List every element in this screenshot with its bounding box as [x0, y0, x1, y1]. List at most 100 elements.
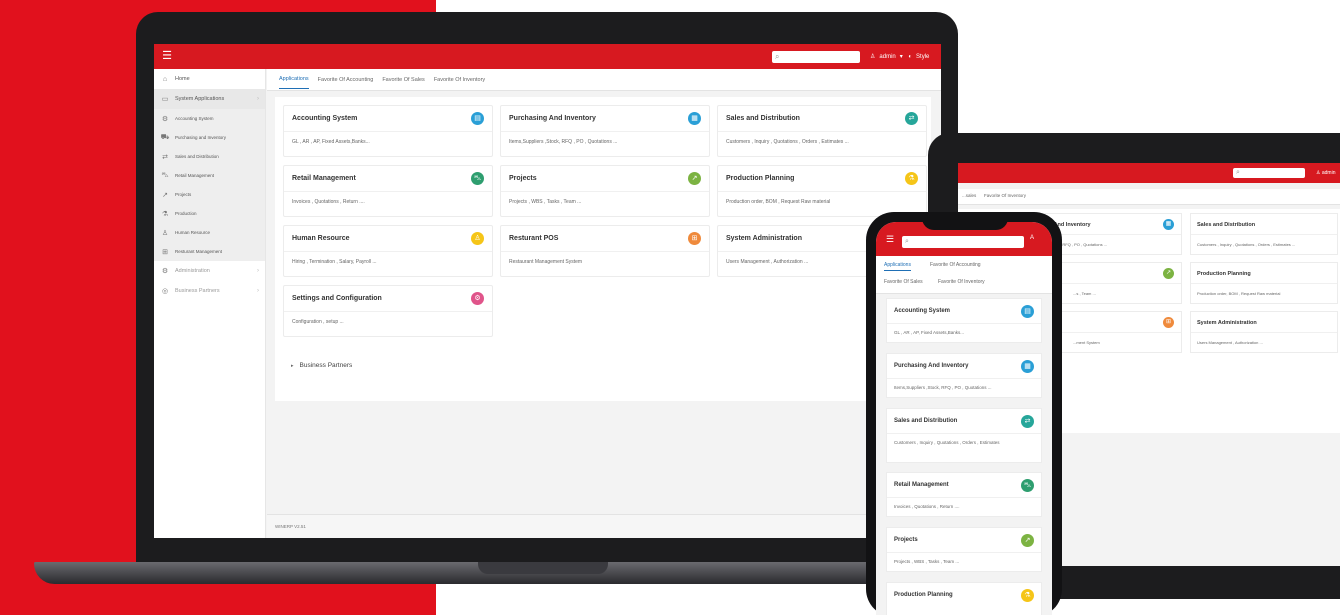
app-card-retail[interactable]: Retail Management ⛍ Invoices , Quotation… — [283, 165, 493, 217]
user-menu[interactable]: ♙ admin ▾ ◐ Style — [870, 51, 933, 63]
user-icon: ♙ — [870, 54, 876, 60]
accounting-icon: ▤ — [1021, 305, 1034, 318]
home-icon: ⌂ — [162, 75, 168, 83]
sidebar-item-system-applications[interactable]: ▭ System Applications › — [154, 89, 265, 109]
app-card-accounting[interactable]: Accounting System ▤ GL , AR , AP, Fixed … — [886, 298, 1042, 343]
retail-icon: ⛍ — [471, 172, 484, 185]
divider — [887, 497, 1041, 498]
card-description: Users Management , Authorization ... — [726, 259, 809, 265]
card-title: Accounting System — [894, 308, 951, 314]
top-bar: ☰ ⌕ ♙ admin ▾ ◐ Style — [154, 44, 941, 69]
app-card-projects[interactable]: Projects ↗ Projects , WBS , Tasks , Team… — [886, 527, 1042, 572]
sidebar-item-accounting[interactable]: ⚙ Accounting System — [154, 109, 265, 128]
tab-applications[interactable]: Applications — [884, 262, 911, 271]
hamburger-icon[interactable]: ☰ — [886, 234, 894, 245]
pos-icon: ⊞ — [688, 232, 701, 245]
phone-notch — [922, 214, 1008, 230]
card-title: Retail Management — [292, 175, 356, 182]
divider — [718, 131, 926, 132]
sidebar-item-home[interactable]: ⌂ Home — [154, 69, 265, 89]
app-card-system-administration[interactable]: System Administration Users Management ,… — [1190, 311, 1338, 353]
divider — [501, 251, 709, 252]
user-name[interactable]: admin — [879, 54, 895, 60]
app-card-sales[interactable]: Sales and Distribution Customers , Inqui… — [1190, 213, 1338, 255]
tab-bar: Applications Favorite Of Accounting Favo… — [876, 256, 1052, 294]
card-description: Users Management , Authorization ... — [1197, 340, 1263, 345]
app-card-production[interactable]: Production Planning ⚗ — [886, 582, 1042, 615]
tab-favorite-accounting[interactable]: Favorite Of Accounting — [930, 262, 981, 268]
sidebar-item-label: Home — [175, 76, 190, 82]
app-card-sales[interactable]: Sales and Distribution ⇄ Customers , Inq… — [886, 408, 1042, 463]
card-title: Projects — [894, 537, 918, 543]
app-card-production[interactable]: Production Planning Production order, BO… — [1190, 262, 1338, 304]
sidebar-item-administration[interactable]: ⚙ Administration › — [154, 261, 265, 281]
gear-icon: ⚙ — [161, 115, 169, 123]
sidebar-item-production[interactable]: ⚗ Production — [154, 204, 265, 223]
tab-favorite-inventory[interactable]: Favorite Of Inventory — [984, 193, 1026, 198]
card-description: Projects , WBS , Tasks , Team ... — [509, 199, 582, 205]
business-partners-toggle[interactable]: ▸ Business Partners — [291, 362, 352, 369]
person-icon: ♙ — [161, 229, 169, 237]
card-title: Projects — [509, 175, 537, 182]
chart-icon: ↗ — [162, 191, 168, 199]
restaurant-icon: ⊞ — [162, 248, 168, 256]
search-icon: ⌕ — [905, 238, 909, 245]
theme-label[interactable]: Style — [916, 54, 929, 60]
divider — [501, 131, 709, 132]
card-description: Hiring , Termination , Salary, Payroll .… — [292, 259, 377, 265]
sidebar-item-label: System Applications — [175, 96, 225, 102]
sidebar-item-projects[interactable]: ↗ Projects — [154, 185, 265, 204]
app-card-retail[interactable]: Retail Management ⛍ Invoices , Quotation… — [886, 472, 1042, 517]
truck-icon: ⛟ — [160, 134, 170, 141]
sidebar-item-purchasing[interactable]: ⛟ Purchasing and Inventory — [154, 128, 265, 147]
user-menu[interactable]: A — [1030, 235, 1034, 241]
tab-favorite-inventory[interactable]: Favorite Of Inventory — [938, 279, 985, 285]
tab-favorite-sales[interactable]: Favorite Of Sales — [884, 279, 923, 285]
divider — [501, 191, 709, 192]
tab-favorite-accounting[interactable]: Favorite Of Accounting — [318, 71, 374, 89]
search-input[interactable]: ⌕ — [902, 236, 1024, 248]
app-card-resturant-pos[interactable]: Resturant POS ⊞ Restaurant Management Sy… — [500, 225, 710, 277]
app-card-accounting[interactable]: Accounting System ▤ GL , AR , AP, Fixed … — [283, 105, 493, 157]
accounting-icon: ▤ — [471, 112, 484, 125]
card-description: Restaurant Management System — [509, 259, 583, 265]
sidebar-item-sales[interactable]: ⇄ Sales and Distribution — [154, 147, 265, 166]
app-card-settings[interactable]: Settings and Configuration ⚙ Configurati… — [283, 285, 493, 337]
hamburger-icon[interactable]: ☰ — [160, 50, 174, 63]
card-description: Production order, BOM , Request Raw mate… — [1197, 291, 1281, 296]
main-content: Applications Favorite Of Accounting Favo… — [267, 69, 941, 538]
card-title: Sales and Distribution — [726, 115, 800, 122]
tab-applications[interactable]: Applications — [279, 70, 309, 89]
search-input[interactable]: ⌕ — [1233, 168, 1305, 178]
sidebar-item-restaurant[interactable]: ⊞ Resturant Management — [154, 242, 265, 261]
sidebar-item-business-partners[interactable]: ◎ Business Partners › — [154, 281, 265, 301]
user-menu[interactable]: ♙ admin — [1316, 167, 1336, 179]
inventory-icon: ▦ — [688, 112, 701, 125]
divider — [1191, 332, 1337, 333]
app-card-sales[interactable]: Sales and Distribution ⇄ Customers , Inq… — [717, 105, 927, 157]
sidebar-item-human-resource[interactable]: ♙ Human Resource — [154, 223, 265, 242]
card-title: Human Resource — [292, 235, 350, 242]
card-title: Production Planning — [726, 175, 795, 182]
applications-panel: Accounting System ▤ GL , AR , AP, Fixed … — [275, 97, 931, 401]
app-card-projects[interactable]: Projects ↗ Projects , WBS , Tasks , Team… — [500, 165, 710, 217]
app-card-human-resource[interactable]: Human Resource ♙ Hiring , Termination , … — [283, 225, 493, 277]
tab-favorite-sales[interactable]: ...sales — [962, 193, 976, 198]
divider — [718, 191, 926, 192]
tab-bar: Applications Favorite Of Accounting Favo… — [267, 69, 941, 91]
chevron-icon: › — [257, 268, 259, 274]
card-title: Settings and Configuration — [292, 295, 382, 302]
partners-icon: ◎ — [161, 288, 169, 295]
tab-favorite-sales[interactable]: Favorite Of Sales — [382, 71, 425, 89]
projects-icon: ↗ — [1163, 268, 1174, 279]
card-title: Accounting System — [292, 115, 358, 122]
search-input[interactable]: ⌕ — [772, 51, 860, 63]
sidebar-item-retail[interactable]: ⛍ Retail Management — [154, 166, 265, 185]
app-card-purchasing[interactable]: Purchasing And Inventory ▦ Items,Supplie… — [886, 353, 1042, 398]
app-card-production[interactable]: Production Planning ⚗ Production order, … — [717, 165, 927, 217]
card-title: Sales and Distribution — [1197, 222, 1256, 228]
tab-favorite-inventory[interactable]: Favorite Of Inventory — [434, 71, 485, 89]
chevron-icon: › — [257, 288, 259, 294]
sidebar-item-label: Accounting System — [175, 116, 214, 121]
app-card-purchasing[interactable]: Purchasing And Inventory ▦ Items,Supplie… — [500, 105, 710, 157]
